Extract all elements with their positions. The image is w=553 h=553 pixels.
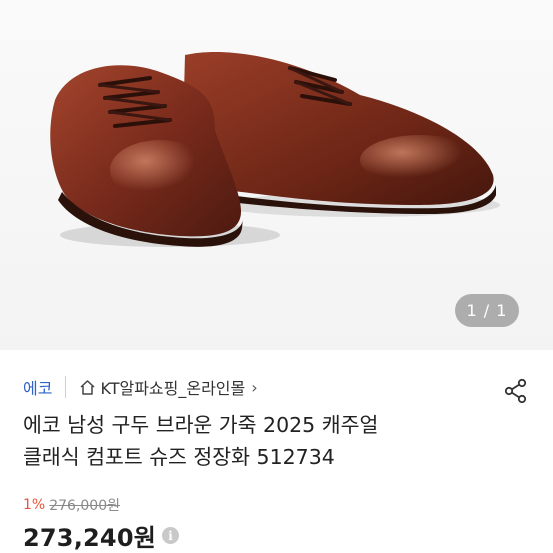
share-icon[interactable]: [501, 376, 531, 406]
divider: [65, 376, 67, 398]
store-name: KT알파쇼핑_온라인몰: [100, 379, 246, 398]
store-link[interactable]: KT알파쇼핑_온라인몰 ›: [79, 375, 258, 399]
info-icon[interactable]: i: [162, 527, 179, 544]
product-image-gallery[interactable]: 1 / 1: [0, 0, 553, 350]
brand-store-row: 에코 KT알파쇼핑_온라인몰 ›: [23, 373, 258, 401]
product-info: 에코 KT알파쇼핑_온라인몰 › 에코 남성 구두 브라운 가죽 2025 캐주…: [0, 350, 553, 553]
original-price: 276,000원: [49, 498, 120, 514]
sale-price: 273,240원: [23, 524, 156, 552]
discount-row: 1% 276,000원: [23, 495, 120, 515]
discount-rate: 1%: [23, 497, 46, 513]
home-icon: [79, 379, 96, 396]
brand-link[interactable]: 에코: [23, 375, 52, 399]
product-title: 에코 남성 구두 브라운 가죽 2025 캐주얼 클래식 컴포트 슈즈 정장화 …: [23, 413, 379, 469]
chevron-right-icon: ›: [251, 377, 258, 397]
price-row: 273,240원 i: [23, 518, 179, 553]
image-counter: 1 / 1: [455, 294, 519, 327]
